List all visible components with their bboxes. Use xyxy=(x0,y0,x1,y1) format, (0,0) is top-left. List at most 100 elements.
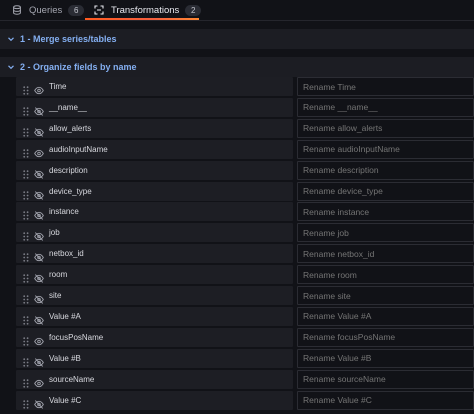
eye-icon[interactable] xyxy=(34,82,44,95)
field-item: Time xyxy=(16,77,293,96)
drag-handle-icon[interactable] xyxy=(23,82,29,95)
drag-handle-icon[interactable] xyxy=(23,249,29,262)
transformation-title: 1 - Merge series/tables xyxy=(20,34,117,44)
field-name: audioInputName xyxy=(49,144,108,154)
eye-slash-icon[interactable] xyxy=(34,354,44,367)
field-item: focusPosName xyxy=(16,327,293,347)
rename-input[interactable] xyxy=(297,244,474,264)
field-item: device_type xyxy=(16,181,293,201)
transformation-header-organize[interactable]: 2 - Organize fields by name xyxy=(0,57,474,77)
rename-input[interactable] xyxy=(297,139,474,159)
field-item: allow_alerts xyxy=(16,118,293,138)
rename-input[interactable] xyxy=(297,327,474,347)
field-item: Value #B xyxy=(16,348,293,368)
rename-input[interactable] xyxy=(297,97,474,117)
field-row: device_type xyxy=(16,181,474,201)
transform-icon xyxy=(94,5,104,15)
eye-slash-icon[interactable] xyxy=(34,207,44,221)
drag-handle-icon[interactable] xyxy=(23,228,29,241)
drag-handle-icon[interactable] xyxy=(23,375,29,388)
drag-handle-icon[interactable] xyxy=(23,396,29,409)
field-name: sourceName xyxy=(49,374,95,384)
field-item: sourceName xyxy=(16,369,293,389)
field-row: Time xyxy=(16,77,474,96)
field-row: audioInputName xyxy=(16,139,474,159)
eye-slash-icon[interactable] xyxy=(34,166,44,179)
eye-slash-icon[interactable] xyxy=(34,124,44,137)
eye-icon[interactable] xyxy=(34,145,44,157)
field-row: job xyxy=(16,223,474,243)
field-item: Value #C xyxy=(16,390,293,410)
field-item: audioInputName xyxy=(16,139,293,159)
field-name: description xyxy=(49,165,88,175)
field-item: __name__ xyxy=(16,97,293,117)
field-name: Value #B xyxy=(49,353,81,363)
rename-input[interactable] xyxy=(297,223,474,243)
field-name: Value #C xyxy=(49,395,82,405)
drag-handle-icon[interactable] xyxy=(23,124,29,137)
rename-input[interactable] xyxy=(297,77,474,96)
transformation-title: 2 - Organize fields by name xyxy=(20,62,137,72)
field-row: netbox_id xyxy=(16,244,474,264)
eye-slash-icon[interactable] xyxy=(34,249,44,262)
drag-handle-icon[interactable] xyxy=(23,207,29,221)
transformation-header-merge[interactable]: 1 - Merge series/tables xyxy=(0,29,474,49)
count-badge: 6 xyxy=(68,4,85,16)
field-name: focusPosName xyxy=(49,332,104,342)
tab-transformations[interactable]: Transformations 2 xyxy=(94,2,202,18)
eye-icon[interactable] xyxy=(34,333,44,345)
field-item: room xyxy=(16,265,293,285)
drag-handle-icon[interactable] xyxy=(23,145,29,158)
drag-handle-icon[interactable] xyxy=(23,312,29,325)
rename-input[interactable] xyxy=(297,306,474,326)
rename-input[interactable] xyxy=(297,286,474,305)
field-name: room xyxy=(49,270,68,280)
tab-label: Transformations xyxy=(111,4,180,16)
drag-handle-icon[interactable] xyxy=(23,270,29,283)
eye-slash-icon[interactable] xyxy=(34,270,44,283)
field-item: instance xyxy=(16,202,293,222)
field-name: job xyxy=(49,228,60,238)
field-row: allow_alerts xyxy=(16,118,474,138)
field-item: description xyxy=(16,160,293,180)
rename-input[interactable] xyxy=(297,265,474,285)
drag-handle-icon[interactable] xyxy=(23,166,29,179)
field-row: description xyxy=(16,160,474,180)
eye-slash-icon[interactable] xyxy=(34,103,44,116)
field-name: __name__ xyxy=(49,102,87,112)
active-tab-indicator xyxy=(85,18,199,20)
rename-input[interactable] xyxy=(297,181,474,201)
rename-input[interactable] xyxy=(297,118,474,138)
eye-slash-icon[interactable] xyxy=(34,228,44,242)
rename-input[interactable] xyxy=(297,369,474,389)
field-row: room xyxy=(16,265,474,285)
drag-handle-icon[interactable] xyxy=(23,333,29,346)
field-row: sourceName xyxy=(16,369,474,389)
eye-slash-icon[interactable] xyxy=(34,396,44,409)
rename-input[interactable] xyxy=(297,202,474,222)
rename-input[interactable] xyxy=(297,160,474,180)
database-icon xyxy=(12,5,22,15)
drag-handle-icon[interactable] xyxy=(23,354,29,367)
field-row: Value #C xyxy=(16,390,474,410)
eye-slash-icon[interactable] xyxy=(34,187,44,200)
field-name: device_type xyxy=(49,186,92,196)
field-row: __name__ xyxy=(16,97,474,117)
eye-icon[interactable] xyxy=(34,375,44,387)
field-name: Value #A xyxy=(49,311,81,321)
field-item: site xyxy=(16,286,293,305)
tab-queries[interactable]: Queries 6 xyxy=(12,2,85,18)
eye-slash-icon[interactable] xyxy=(34,312,44,325)
drag-handle-icon[interactable] xyxy=(23,291,29,304)
field-row: site xyxy=(16,286,474,305)
rename-input[interactable] xyxy=(297,390,474,410)
field-item: netbox_id xyxy=(16,244,293,264)
tab-label: Queries xyxy=(29,4,63,16)
rename-input[interactable] xyxy=(297,348,474,368)
tab-bar: Queries 6 Transformations 2 xyxy=(0,0,474,21)
drag-handle-icon[interactable] xyxy=(23,103,29,116)
field-row: focusPosName xyxy=(16,327,474,347)
drag-handle-icon[interactable] xyxy=(23,187,29,200)
field-item: Value #A xyxy=(16,306,293,326)
eye-slash-icon[interactable] xyxy=(34,291,44,304)
